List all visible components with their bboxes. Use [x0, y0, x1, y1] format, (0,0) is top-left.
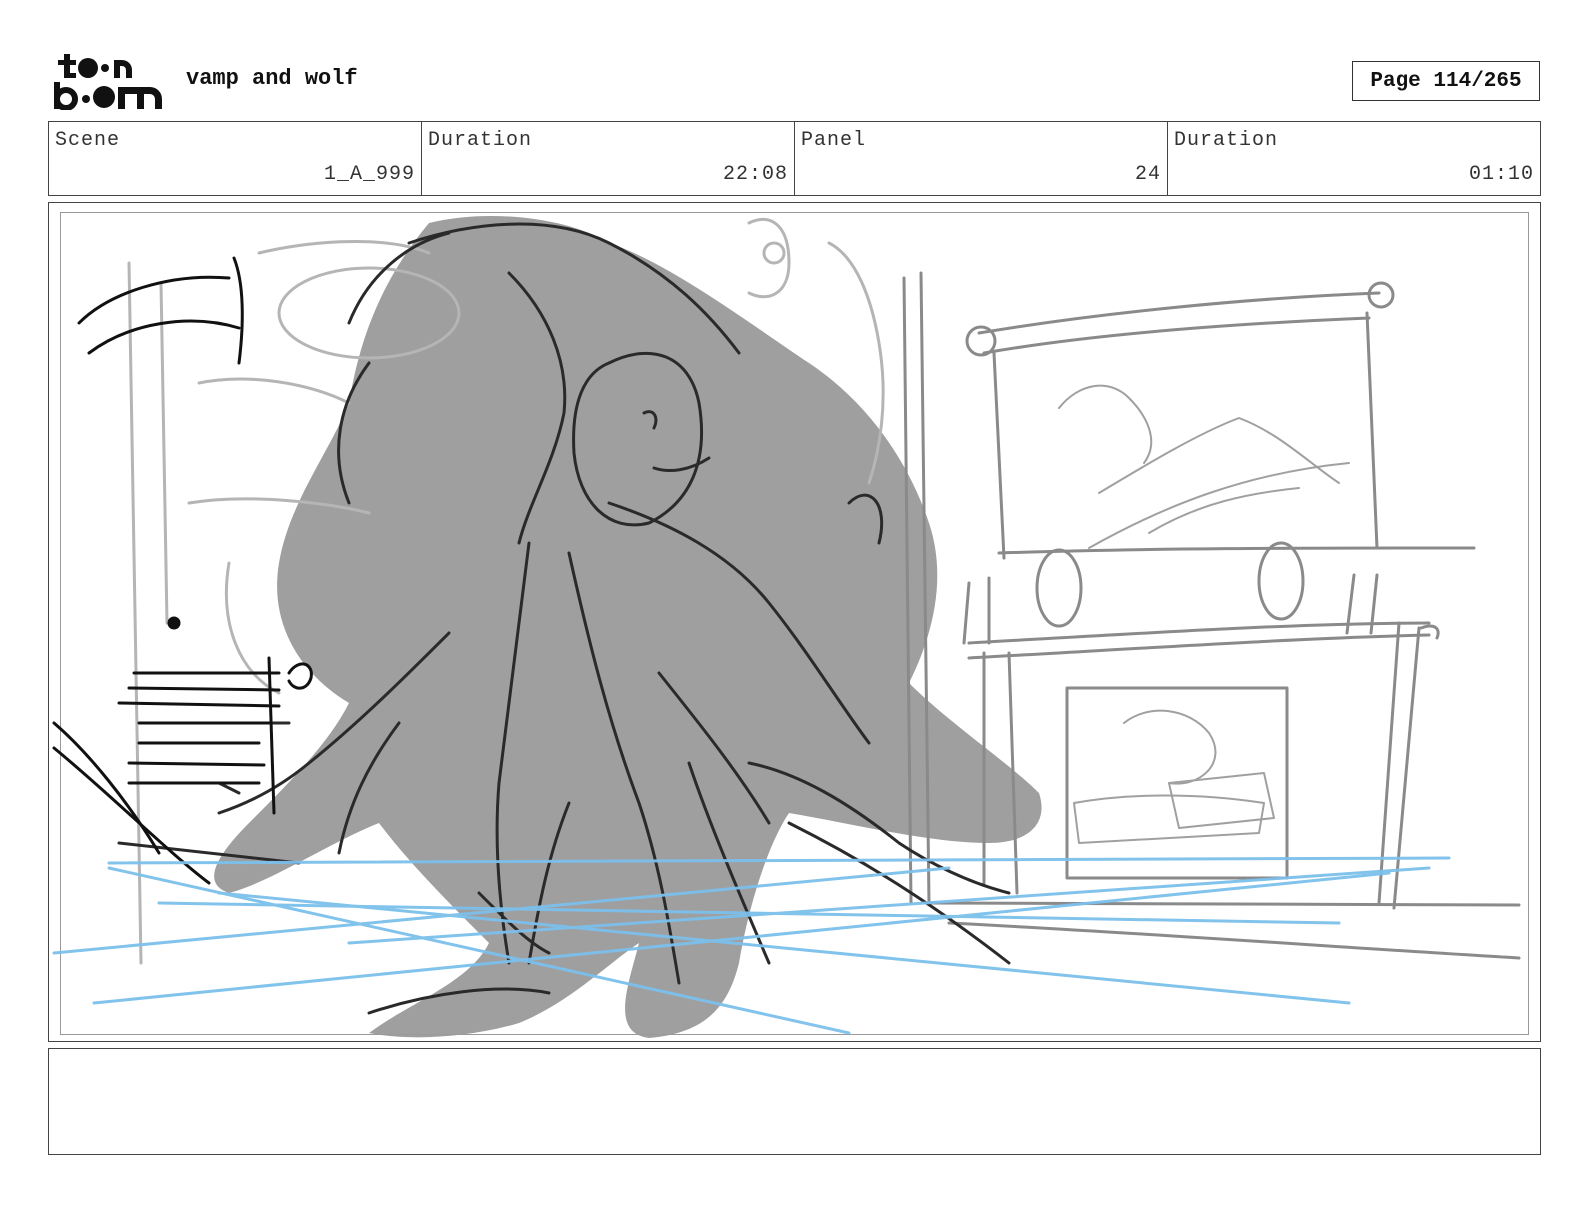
panel-value: 24	[1134, 163, 1161, 186]
panel-duration-cell: Duration 01:10	[1168, 122, 1540, 195]
page-number: Page 114/265	[1352, 61, 1540, 101]
storyboard-panel	[48, 202, 1541, 1042]
scene-duration-label: Duration	[428, 129, 533, 152]
project-title: vamp and wolf	[186, 66, 358, 91]
panel-duration-label: Duration	[1174, 129, 1279, 152]
scene-duration-cell: Duration 22:08	[422, 122, 795, 195]
panel-info-table: Scene 1_A_999 Duration 22:08 Panel 24 Du…	[48, 121, 1541, 196]
storyboard-sketch-icon	[52, 215, 1521, 1039]
panel-notes-box	[48, 1048, 1541, 1155]
scene-duration-value: 22:08	[722, 163, 788, 186]
panel-label: Panel	[801, 129, 867, 152]
scene-value: 1_A_999	[323, 163, 415, 186]
toon-boom-logo	[52, 52, 164, 111]
scene-cell: Scene 1_A_999	[49, 122, 422, 195]
panel-duration-value: 01:10	[1468, 163, 1534, 186]
panel-cell: Panel 24	[795, 122, 1168, 195]
scene-label: Scene	[55, 129, 121, 152]
